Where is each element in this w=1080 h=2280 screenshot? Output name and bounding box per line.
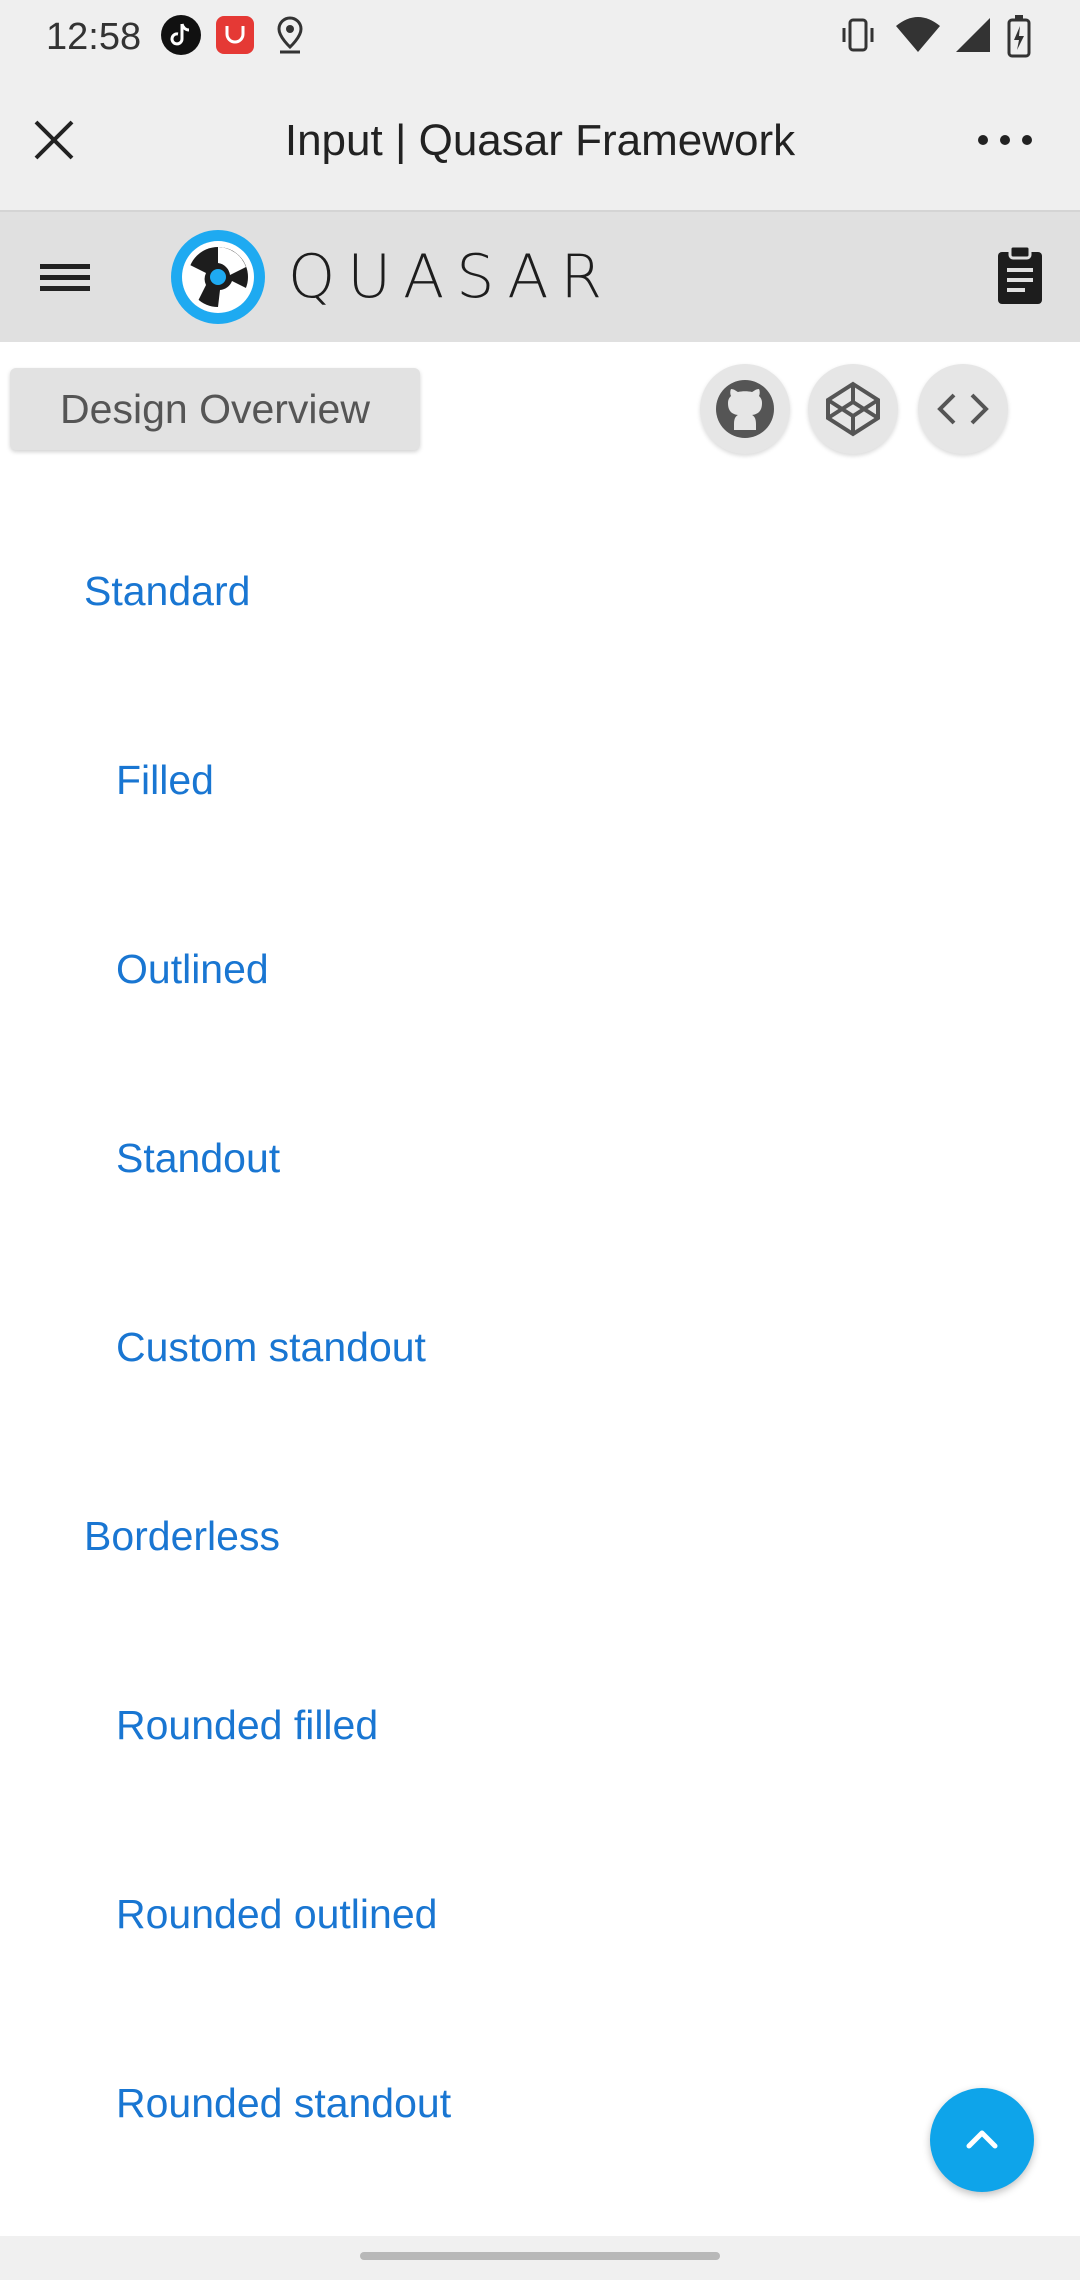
toc-item-standard[interactable]: Standard (84, 568, 250, 615)
brand-name: QUASAR (288, 242, 615, 312)
menu-button[interactable] (28, 242, 102, 312)
notification-app-icon (214, 14, 256, 61)
more-options-button[interactable] (970, 108, 1040, 172)
browser-header: Input | Quasar Framework (0, 78, 1080, 210)
vibrate-icon (840, 14, 876, 61)
code-button[interactable] (918, 364, 1008, 454)
brand-logo[interactable]: QUASAR (168, 230, 615, 324)
chevron-up-icon (966, 2130, 998, 2149)
toc-item-rounded-outlined[interactable]: Rounded outlined (116, 1891, 437, 1938)
quasar-logo-icon (171, 230, 265, 324)
site-toolbar: QUASAR (0, 210, 1080, 342)
toc-item-outlined[interactable]: Outlined (116, 946, 269, 993)
close-icon (34, 120, 74, 160)
codepen-icon (826, 381, 880, 437)
codepen-button[interactable] (808, 364, 898, 454)
toc-item-borderless[interactable]: Borderless (84, 1513, 280, 1560)
github-button[interactable] (700, 364, 790, 454)
clipboard-button[interactable] (990, 240, 1050, 310)
design-overview-button[interactable]: Design Overview (10, 368, 420, 450)
clipboard-icon (998, 244, 1042, 304)
status-time: 12:58 (46, 16, 142, 58)
code-icon (937, 393, 989, 425)
signal-icon (952, 14, 992, 61)
page-title: Input | Quasar Framework (284, 116, 796, 165)
toc-item-filled[interactable]: Filled (116, 757, 214, 804)
toc-item-rounded-standout[interactable]: Rounded standout (116, 2080, 451, 2127)
battery-icon (1006, 14, 1032, 63)
navigation-bar (0, 2236, 1080, 2280)
home-indicator[interactable] (360, 2252, 720, 2260)
github-icon (716, 380, 774, 438)
toc-item-custom-standout[interactable]: Custom standout (116, 1324, 426, 1371)
toc-item-rounded-filled[interactable]: Rounded filled (116, 1702, 378, 1749)
scroll-to-top-button[interactable] (930, 2088, 1034, 2192)
tiktok-icon (160, 14, 202, 61)
status-bar: 12:58 (0, 0, 1080, 78)
wifi-icon (894, 14, 942, 61)
toc-item-standout[interactable]: Standout (116, 1135, 280, 1182)
more-icon (978, 135, 1032, 145)
location-icon (272, 14, 308, 61)
close-button[interactable] (22, 108, 86, 172)
hamburger-menu-icon (40, 264, 90, 291)
